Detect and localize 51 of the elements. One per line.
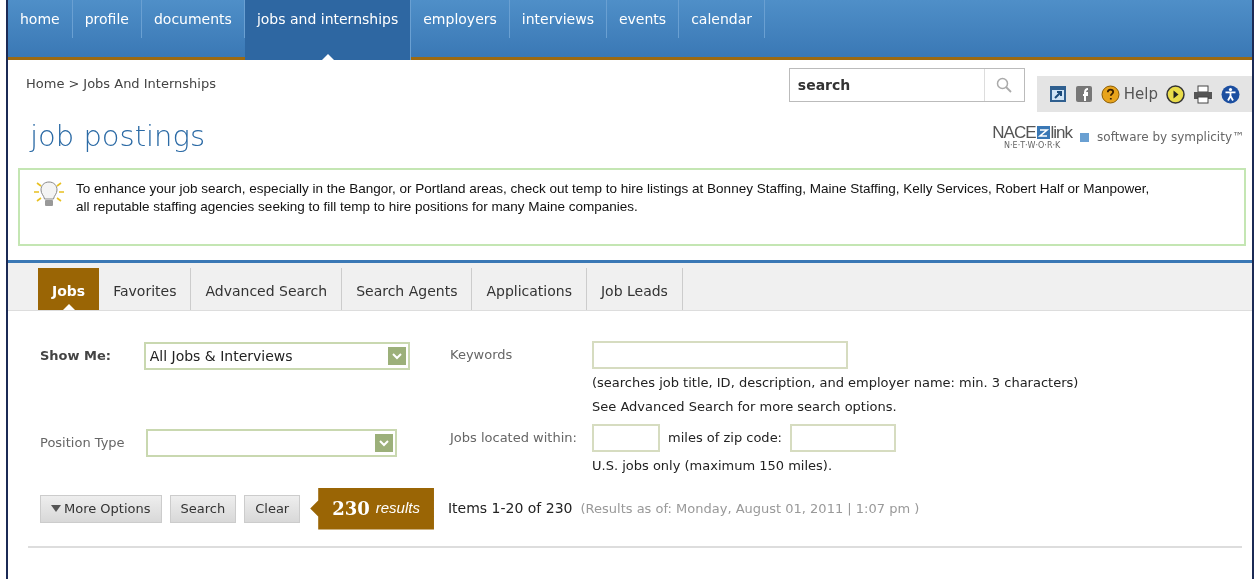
breadcrumb-link[interactable]: Home (26, 74, 65, 94)
notice-text: To enhance your job search, especially in the Bangor, or Portland areas, check out temp to hire listings at Bonney Staffing, Maine Staffing, Kelly Services, Robert Half or Manpower, all reputable staffing agencies seeking to fill temp to hire positions for many Maine companies. (76, 180, 1151, 217)
show-me-dropdown[interactable]: All Jobs & Interviews (143, 342, 410, 370)
caret-icon (51, 505, 61, 512)
more-options-button[interactable]: More Options (40, 494, 162, 523)
nav-tab[interactable]: documents (141, 0, 245, 38)
tab[interactable]: Favorites (99, 268, 192, 310)
hint-text: (searches job title, ID, description, and employer name: min. 3 characters) (592, 374, 1079, 392)
search-button[interactable]: Search (169, 494, 237, 523)
field-label: Keywords (450, 346, 514, 364)
distance-field[interactable] (592, 424, 660, 452)
help-link[interactable]: Help (1100, 82, 1158, 106)
tab[interactable]: Search Agents (342, 268, 473, 310)
tab[interactable]: Applications (472, 268, 587, 310)
keywords-field[interactable] (592, 341, 848, 369)
timestamp-text: (Results as of: Monday, August 01, 2011 | 1:07 pm ) (580, 499, 920, 518)
tab[interactable]: Jobs (38, 268, 100, 310)
social-icon[interactable] (1074, 85, 1093, 103)
hint-text: U.S. jobs only (maximum 150 miles). (592, 457, 834, 475)
field-label: Position Type (40, 434, 126, 453)
nav-tab[interactable]: events (606, 0, 680, 38)
dropdown-icon (388, 347, 406, 365)
nav-tab[interactable]: employers (411, 0, 510, 38)
items-count: Items 1-20 of 230 (447, 499, 573, 518)
tab[interactable]: Job Leads (586, 268, 683, 310)
dropdown-icon (375, 434, 393, 452)
printer-icon[interactable] (1193, 84, 1213, 104)
zip-code-field[interactable] (790, 424, 896, 452)
results-badge: 230 results (310, 487, 434, 530)
field-label: miles of zip code: (668, 429, 782, 448)
nav-tab[interactable]: interviews (509, 0, 607, 38)
position-type-dropdown[interactable] (146, 429, 397, 457)
field-label: Jobs located within: (450, 429, 578, 447)
help-icon (1100, 84, 1120, 104)
nav-tab[interactable]: calendar (679, 0, 765, 38)
clear-button[interactable]: Clear (244, 494, 301, 523)
vendor-text: software by symplicity™ (1097, 129, 1244, 146)
field-label: Show Me: (40, 347, 113, 366)
external-link-icon[interactable] (1048, 85, 1067, 103)
square-icon (1080, 132, 1090, 142)
page-title: job postings (28, 118, 205, 156)
accessibility-icon[interactable] (1221, 84, 1240, 104)
nav-tab[interactable]: profile (72, 0, 142, 38)
network-logo: NACE link N·E·T·W·O·R·K (992, 123, 1073, 151)
search-bar[interactable]: search (788, 68, 1025, 102)
nav-tab[interactable]: home (8, 0, 73, 38)
breadcrumb-separator: > (68, 75, 80, 94)
hint-text: See Advanced Search for more search options. (592, 397, 898, 416)
play-icon[interactable] (1166, 84, 1185, 104)
nav-tab[interactable]: jobs and internships (244, 0, 412, 60)
tab[interactable]: Advanced Search (191, 268, 343, 310)
